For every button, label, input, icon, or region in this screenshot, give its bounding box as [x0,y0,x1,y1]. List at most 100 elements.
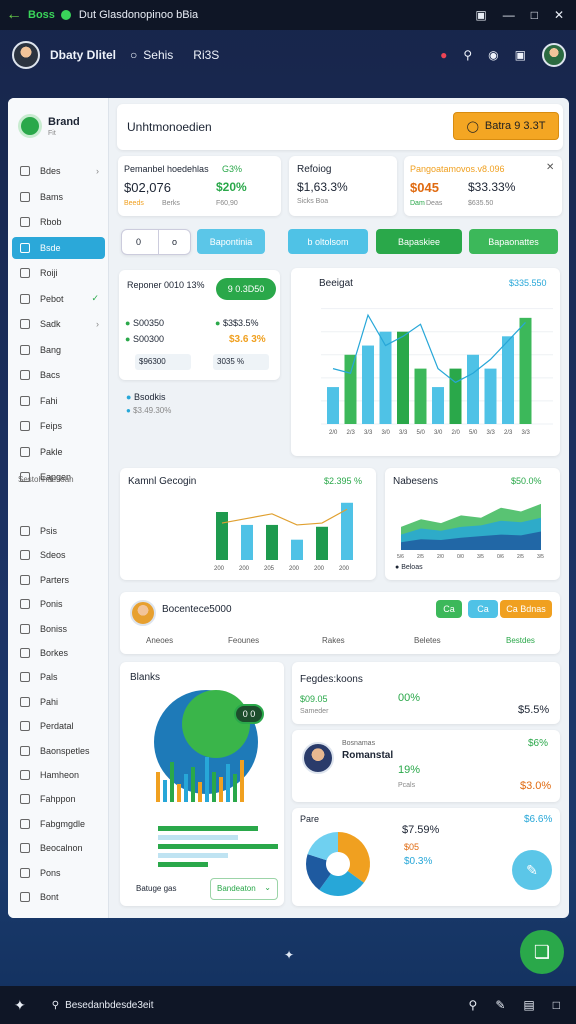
back-arrow-icon[interactable]: ← [0,6,28,24]
sidebar-item2-16[interactable]: Bont [12,886,105,908]
sidebar-item2-12[interactable]: Fahppon [12,788,105,810]
profile-avatar[interactable] [542,43,566,67]
sidebar-item2-8[interactable]: Pahi [12,691,105,713]
tick-label: 2/3 [504,430,513,436]
start-icon[interactable]: ✦ [14,997,26,1014]
sidebar-item-3[interactable]: Rbob [12,211,105,233]
bar [240,760,244,802]
sidebar-item-icon [20,599,30,610]
hbar [158,844,278,849]
sidebar-item2-3[interactable]: Parters [12,569,105,591]
sidebar-item2-13[interactable]: Fabgmgdle [12,813,105,835]
tick-label: 2/0 [452,430,461,436]
segment-1[interactable]: 0 [136,237,141,247]
sidebar-item2-9[interactable]: Perdatal [12,715,105,737]
sidebar-item-10[interactable]: Fahi [12,390,105,412]
nav-link-1[interactable]: Sehis [143,48,173,62]
filter-button-4[interactable]: Bapaonattes [469,229,558,254]
person-avatar[interactable] [302,742,334,774]
sidebar-item-5[interactable]: Roiji [12,262,105,284]
mini-title: Reponer 0010 13% [127,280,205,290]
sidebar-item2-5[interactable]: Boniss [12,618,105,640]
stat3-foot2: Deas [426,200,443,207]
sidebar-item2-6[interactable]: Borkes [12,642,105,664]
sidebar-item2-4[interactable]: Ponis [12,593,105,615]
sidebar-item-icon [20,191,30,202]
profile-btn-2[interactable]: Ca [468,600,498,618]
person-role: Bosnamas [342,740,376,747]
mini-row3-left: $96300 [135,354,191,370]
taskbar-search-icon[interactable]: ⚲ [52,1000,59,1011]
sidebar-item-icon [20,293,30,304]
area-chart-card: Nabesens $50.0% 5/6 2/5 2/0 0/0 3/5 0/6 2/5 3/5… [385,468,560,580]
filter-button-1[interactable]: Bapontinia [197,229,265,254]
sidebar-item-11[interactable]: Feips [12,415,105,437]
sidebar-item-icon [20,745,30,756]
user-name: Dbaty Dlitel [50,48,117,62]
donut-select[interactable]: Bandeaton ⌄ [210,878,278,900]
stat-card-2[interactable]: Refoiog $1,63.3% Sicks Boa [289,156,397,216]
header-cta-button[interactable]: ◯ Batra 9 3.3T [453,112,559,140]
taskbar-search[interactable]: Besedanbdesde3eit [65,1000,153,1011]
search-icon[interactable]: ⚲ [463,48,472,62]
hbar [158,862,208,867]
tray-doc-icon[interactable]: ▤ [523,998,534,1012]
tick-label: 2/5 [517,554,524,560]
stat1-pct: G3% [222,164,243,174]
sidebar-item2-15[interactable]: Pons [12,862,105,884]
stat3-close-icon[interactable]: ✕ [546,162,554,173]
nav-link-2[interactable]: Ri3S [193,48,219,62]
bar [219,777,223,802]
right-card-2: Bosnamas Romanstal $6% 19% Pcals $3.0% [292,730,560,802]
segment-2[interactable]: o [172,237,177,247]
stat-card-3[interactable]: Pangoatamovos.v8.096 ✕ $045 $33.33% Dam … [404,156,562,216]
close-icon[interactable]: ✕ [554,8,564,22]
sidebar-item-icon [20,892,30,902]
right-title: Fegdes:koons [300,674,363,685]
filter-button-2[interactable]: b oltolsom [288,229,368,254]
fab-edit-icon[interactable]: ✎ [512,850,552,890]
sidebar-item-4[interactable]: Bsde [12,236,105,259]
tray-square-icon[interactable]: □ [553,998,560,1012]
mini-legend-1: ● Bsodkis [126,392,166,402]
profile-btn-1[interactable]: Ca [436,600,462,618]
maximize-icon[interactable]: □ [531,8,538,22]
bar [198,782,202,802]
sidebar-item2-10[interactable]: Baonspetles [12,740,105,762]
filter-button-3[interactable]: Bapaskiee [376,229,462,254]
sidebar-item-2[interactable]: Bams [12,186,105,208]
search-small-icon[interactable]: ○ [130,48,137,62]
sidebar-item2-7[interactable]: Pals [12,666,105,688]
stat-card-1[interactable]: Pemanbel hoedehlas G3% $02,076 $20% Beed… [118,156,281,216]
sidebar-item-1[interactable]: Bdes › [12,160,105,182]
donut-composite-chart [154,690,278,867]
fab-copy-icon[interactable]: ❏ [520,930,564,974]
notification-icon[interactable]: ● [440,48,447,62]
tab-icon[interactable]: ▣ [475,8,486,22]
sidebar-item2-11[interactable]: Hamheon [12,764,105,786]
sidebar-item2-14[interactable]: Beocalnon [12,837,105,859]
record-icon[interactable]: ◉ [488,48,498,62]
sidebar-item-6[interactable]: Pebot ✓ [12,288,105,310]
profile-strip-avatar[interactable] [130,600,156,626]
sidebar-item-9[interactable]: Bacs [12,364,105,386]
sidebar-item-7[interactable]: Sadk › [12,313,105,335]
tray-search-icon[interactable]: ⚲ [469,998,478,1012]
mini-row2-right: $3.6 3% [229,334,266,345]
mini-badge[interactable]: 9 0.3D50 [216,278,276,300]
sidebar-item-12[interactable]: Pakle [12,441,105,463]
tray-pen-icon[interactable]: ✎ [495,998,505,1012]
profile-col-1: Aneoes [146,636,174,645]
profile-btn-3[interactable]: Ca Bdnas [500,600,552,618]
brand-name: Brand [48,116,80,128]
sidebar-item-8[interactable]: Bang [12,339,105,361]
sidebar-item2-2[interactable]: Sdeos [12,544,105,566]
tick-label: 0/0 [457,554,464,560]
donut-badge[interactable]: 0 0 [234,704,264,724]
stat1-foot1: Beeds [124,200,144,207]
minimize-icon[interactable]: — [503,8,515,22]
sidebar-item2-1[interactable]: Psis [12,520,105,542]
user-avatar[interactable] [12,41,40,69]
series-line [221,508,348,526]
chat-icon[interactable]: ▣ [515,48,526,62]
